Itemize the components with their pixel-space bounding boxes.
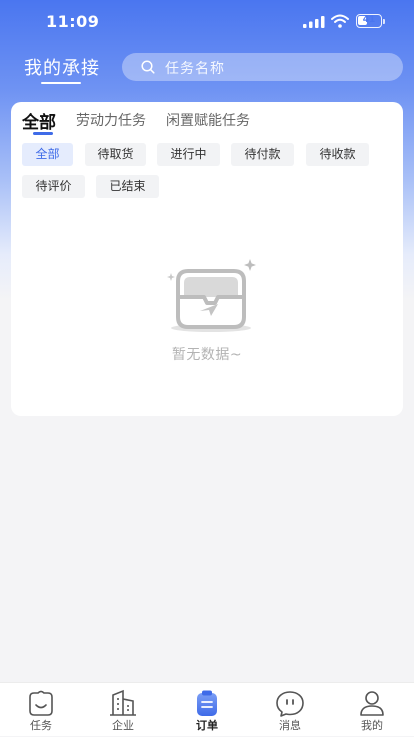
- status-bar: 11:09 41: [0, 0, 414, 46]
- bottom-nav: 任务 企业 订单 消息 我的: [0, 682, 414, 736]
- orders-panel: 全部 劳动力任务 闲置赋能任务 全部 待取货 进行中 待付款 待收款 待评价 已…: [11, 102, 403, 416]
- tab-labor-tasks[interactable]: 劳动力任务: [76, 110, 146, 130]
- filter-awaiting-review[interactable]: 待评价: [22, 175, 85, 198]
- filter-awaiting-pickup[interactable]: 待取货: [85, 143, 146, 166]
- page-title: 我的承接: [24, 58, 100, 79]
- page-title-underline: [41, 82, 81, 84]
- empty-box-icon: [167, 259, 256, 332]
- filter-all[interactable]: 全部: [22, 143, 73, 166]
- battery-tip: [383, 19, 385, 24]
- nav-item-tasks[interactable]: 任务: [0, 683, 82, 737]
- signal-icon: [303, 16, 325, 28]
- battery-icon: 41: [356, 14, 382, 28]
- search-icon: [141, 60, 155, 74]
- battery-level: 41: [362, 15, 376, 25]
- filter-finished[interactable]: 已结束: [96, 175, 159, 198]
- status-time: 11:09: [46, 12, 100, 31]
- nav-label-messages: 消息: [279, 719, 301, 732]
- nav-label-profile: 我的: [361, 719, 383, 732]
- empty-state-text: 暂无数据~: [171, 347, 243, 363]
- tab-indicator: [33, 132, 53, 135]
- message-icon: [276, 691, 304, 717]
- nav-item-messages[interactable]: 消息: [249, 683, 331, 737]
- order-icon: [197, 690, 217, 716]
- nav-item-profile[interactable]: 我的: [331, 683, 413, 737]
- wifi-icon: [331, 14, 349, 28]
- search-input[interactable]: 任务名称: [122, 53, 403, 81]
- nav-label-enterprise: 企业: [112, 719, 134, 732]
- filter-awaiting-receipt[interactable]: 待收款: [306, 143, 369, 166]
- profile-icon: [360, 691, 384, 716]
- tab-idle-empowerment-tasks[interactable]: 闲置赋能任务: [166, 110, 250, 130]
- nav-label-orders: 订单: [196, 719, 218, 732]
- nav-item-orders[interactable]: 订单: [166, 683, 248, 737]
- tab-all[interactable]: 全部: [22, 108, 56, 133]
- building-icon: [110, 689, 136, 716]
- task-icon: [29, 690, 53, 716]
- nav-item-enterprise[interactable]: 企业: [82, 683, 164, 737]
- filter-awaiting-payment[interactable]: 待付款: [231, 143, 294, 166]
- filter-in-progress[interactable]: 进行中: [157, 143, 220, 166]
- nav-label-tasks: 任务: [30, 719, 52, 732]
- search-placeholder: 任务名称: [165, 61, 225, 77]
